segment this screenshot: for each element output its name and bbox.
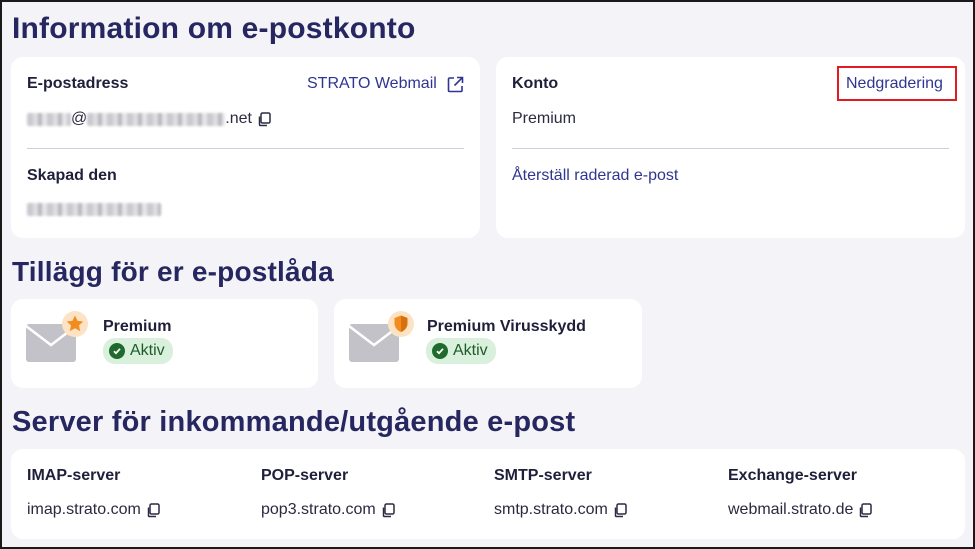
server-host-text: webmail.strato.de [728,501,854,518]
status-badge: Aktiv [426,338,496,364]
email-address-value: @ .net [27,110,271,128]
external-link-icon [447,76,464,93]
page-frame: Information om e-postkonto E-postadress … [0,0,975,549]
shield-icon [387,310,415,343]
status-badge-label: Aktiv [130,342,165,359]
copy-icon[interactable] [146,502,160,518]
restore-deleted-email-link[interactable]: Återställ raderad e-post [512,167,678,185]
email-info-card: E-postadress STRATO Webmail @ .net Skapa… [11,57,480,238]
email-domain-suffix: .net [225,110,252,127]
card-divider [512,148,949,149]
page-title: Information om e-postkonto [12,12,416,45]
account-label: Konto [512,75,559,92]
redacted-created-date [27,203,161,216]
copy-icon[interactable] [381,502,395,518]
check-icon [109,343,125,359]
addon-name: Premium Virusskydd [427,318,586,335]
redacted-email-domain [87,112,226,126]
server-host-text: imap.strato.com [27,501,141,518]
status-badge: Aktiv [103,338,173,364]
downgrade-link[interactable]: Nedgradering [846,75,943,93]
account-plan-value: Premium [512,110,577,127]
copy-icon[interactable] [613,502,627,518]
server-host-text: pop3.strato.com [261,501,376,518]
server-label: POP-server [261,467,349,484]
created-date-value [27,203,161,216]
email-at-sign: @ [71,110,88,127]
star-icon [61,310,89,343]
server-label: IMAP-server [27,467,121,484]
server-host: pop3.strato.com [261,501,395,519]
check-icon [432,343,448,359]
created-date-label: Skapad den [27,167,117,184]
addons-heading: Tillägg för er e-postlåda [12,256,334,287]
copy-icon[interactable] [858,502,873,518]
strato-webmail-link[interactable]: STRATO Webmail [307,75,464,93]
strato-webmail-link-text: STRATO Webmail [307,75,437,92]
status-badge-label: Aktiv [453,342,488,359]
server-host: smtp.strato.com [494,501,627,519]
server-host: imap.strato.com [27,501,160,519]
server-label: Exchange-server [728,467,857,484]
servers-card: IMAP-server imap.strato.com POP-server p… [11,449,965,539]
copy-icon[interactable] [257,111,271,127]
addon-card-virus-protection: Premium Virusskydd Aktiv [334,299,642,388]
redacted-email-user [27,112,71,126]
account-card: Konto Nedgradering Premium Återställ rad… [496,57,965,238]
server-host-text: smtp.strato.com [494,501,608,518]
servers-heading: Server för inkommande/utgående e-post [12,406,576,438]
email-address-label: E-postadress [27,75,129,92]
addon-name: Premium [103,318,172,335]
card-divider [27,148,464,149]
server-host: webmail.strato.de [728,501,873,519]
addon-card-premium: Premium Aktiv [11,299,318,388]
server-label: SMTP-server [494,467,592,484]
